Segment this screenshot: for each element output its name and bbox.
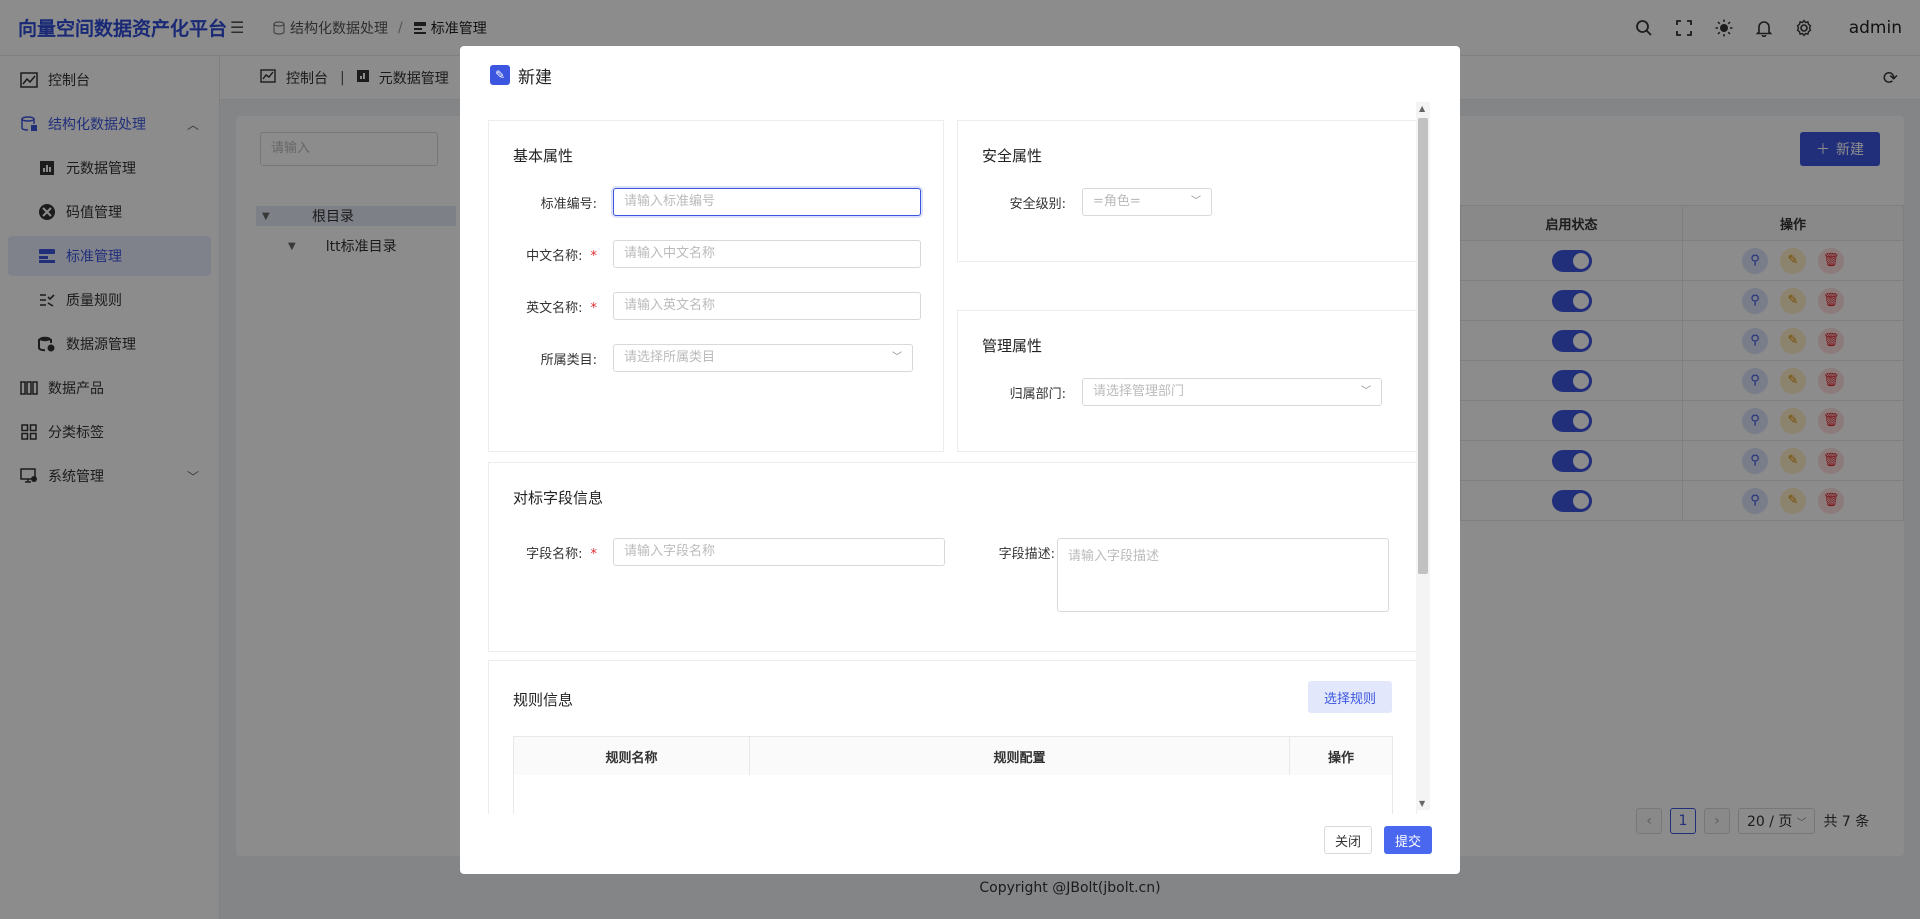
chevron-down-icon: ﹀ xyxy=(1191,196,1201,207)
dialog-title: 新建 xyxy=(518,67,552,88)
column-header-rule-name: 规则名称 xyxy=(514,737,750,775)
field-name-label-text: 字段名称: xyxy=(526,547,583,562)
select-rule-button[interactable]: 选择规则 xyxy=(1308,681,1392,713)
category-select[interactable]: 请选择所属类目 ﹀ xyxy=(613,344,913,372)
field-info-panel: 对标字段信息 字段名称: * 请输入字段名称 字段描述: 请输入字段描述 xyxy=(488,462,1417,652)
field-desc-textarea[interactable]: 请输入字段描述 xyxy=(1057,538,1389,612)
edit-icon: ✎ xyxy=(490,65,510,85)
scroll-down-icon[interactable]: ▼ xyxy=(1419,799,1425,808)
chevron-down-icon: ﹀ xyxy=(1361,386,1371,397)
field-name-label: 字段名称: * xyxy=(509,543,597,562)
rule-table-body xyxy=(514,775,1392,814)
management-properties-panel: 管理属性 归属部门: 请选择管理部门 ﹀ xyxy=(957,310,1417,452)
basic-properties-panel: 基本属性 标准编号: 请输入标准编号 中文名称: * 请输入中文名称 英文名称: *… xyxy=(488,120,944,452)
panel-title: 安全属性 xyxy=(982,147,1043,165)
panel-title: 规则信息 xyxy=(513,691,574,709)
chevron-down-icon: ﹀ xyxy=(892,352,902,363)
close-button[interactable]: 关闭 xyxy=(1324,826,1372,854)
dialog-scrollbar[interactable]: ▲ ▼ xyxy=(1416,102,1430,810)
english-name-label: 英文名称: * xyxy=(509,297,597,316)
required-mark: * xyxy=(590,301,598,316)
english-name-label-text: 英文名称: xyxy=(526,301,583,316)
standard-code-input[interactable]: 请输入标准编号 xyxy=(613,188,921,216)
new-standard-dialog: ✎ 新建 基本属性 标准编号: 请输入标准编号 中文名称: * 请输入中文名称 英… xyxy=(460,46,1460,874)
department-select[interactable]: 请选择管理部门 ﹀ xyxy=(1082,378,1382,406)
scrollbar-thumb[interactable] xyxy=(1418,118,1428,574)
department-label: 归属部门: xyxy=(1009,387,1066,402)
dialog-body: 基本属性 标准编号: 请输入标准编号 中文名称: * 请输入中文名称 英文名称: *… xyxy=(488,104,1418,814)
field-desc-label: 字段描述: xyxy=(998,547,1055,562)
rule-table: 规则名称 规则配置 操作 xyxy=(513,736,1393,814)
field-name-input[interactable]: 请输入字段名称 xyxy=(613,538,945,566)
required-mark: * xyxy=(590,249,598,264)
security-level-select[interactable]: =角色= ﹀ xyxy=(1082,188,1212,216)
security-properties-panel: 安全属性 安全级别: =角色= ﹀ xyxy=(957,120,1417,262)
panel-title: 管理属性 xyxy=(982,337,1043,355)
chinese-name-label-text: 中文名称: xyxy=(526,249,583,264)
dialog-footer: 关闭 提交 xyxy=(1324,826,1432,854)
standard-code-label: 标准编号: xyxy=(540,197,597,212)
column-header-rule-config: 规则配置 xyxy=(750,737,1290,775)
rule-table-header: 规则名称 规则配置 操作 xyxy=(514,737,1392,775)
required-mark: * xyxy=(590,547,598,562)
category-label: 所属类目: xyxy=(540,353,597,368)
panel-title: 基本属性 xyxy=(513,147,574,165)
chinese-name-label: 中文名称: * xyxy=(509,245,597,264)
column-header-rule-actions: 操作 xyxy=(1327,750,1354,766)
rule-info-panel: 规则信息 选择规则 规则名称 规则配置 操作 xyxy=(488,660,1417,814)
submit-button[interactable]: 提交 xyxy=(1384,826,1432,854)
security-level-label: 安全级别: xyxy=(1009,197,1066,212)
category-select-placeholder: 请选择所属类目 xyxy=(624,350,716,365)
chinese-name-input[interactable]: 请输入中文名称 xyxy=(613,240,921,268)
dialog-header: ✎ 新建 xyxy=(460,46,1460,104)
english-name-input[interactable]: 请输入英文名称 xyxy=(613,292,921,320)
panel-title: 对标字段信息 xyxy=(513,489,604,507)
department-select-placeholder: 请选择管理部门 xyxy=(1093,384,1185,399)
scroll-up-icon[interactable]: ▲ xyxy=(1419,104,1425,113)
security-level-value: =角色= xyxy=(1093,194,1141,209)
